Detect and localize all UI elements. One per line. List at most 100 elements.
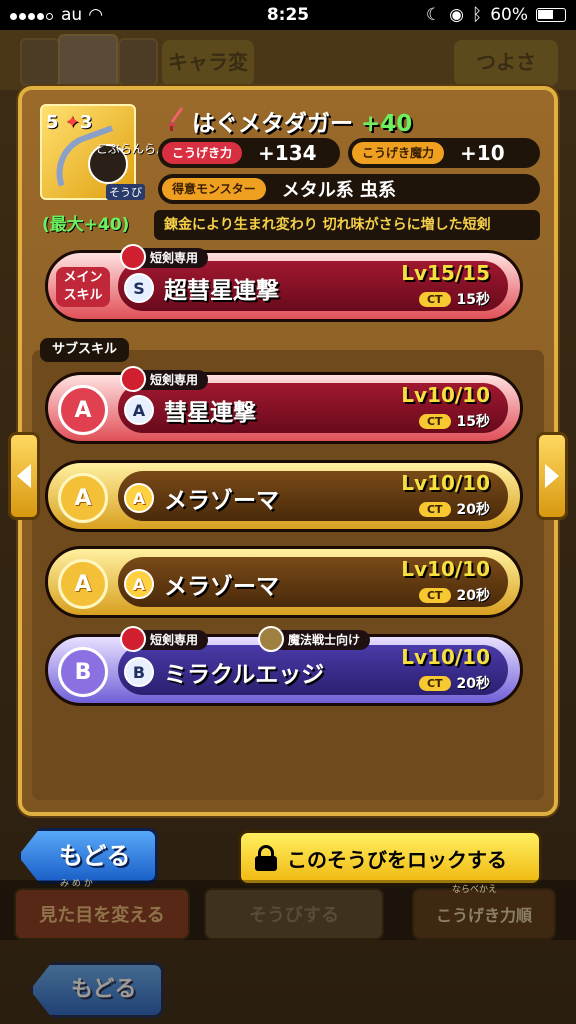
monster-stat: 得意モンスター メタル系 虫系 — [158, 174, 540, 204]
skill-rank-s-badge: S — [124, 273, 154, 303]
moon-icon: ☾ — [425, 5, 442, 25]
chevron-right-icon — [545, 464, 559, 488]
character-portrait — [118, 38, 158, 86]
dagger-only-tag: 短剣専用 — [120, 244, 209, 270]
attack-value: +134 — [258, 141, 317, 165]
main-skill-label: メイン スキル — [56, 267, 110, 307]
character-portrait — [20, 38, 60, 86]
skill-level: Lv10/10 — [401, 557, 490, 581]
sword-icon — [169, 107, 183, 131]
attack-label: こうげき力 — [162, 142, 243, 164]
plus-level: 3 — [79, 112, 93, 133]
lock-equipment-button[interactable]: このそうびをロックする — [238, 830, 542, 886]
ct-label: CT — [418, 501, 451, 517]
dagger-only-tag: 短剣専用 — [120, 626, 209, 652]
sword-icon — [120, 626, 146, 652]
max-plus-label: (最大+40) — [42, 215, 130, 235]
skill-level: Lv10/10 — [401, 383, 490, 407]
ct-value: 20秒 — [456, 676, 490, 692]
restriction-text: 短剣専用 — [150, 633, 199, 647]
rotation-lock-icon: ◉ — [449, 5, 464, 25]
skill-rank-badge: A — [58, 559, 108, 609]
signal-icon — [10, 5, 55, 25]
restriction-text: 短剣専用 — [150, 373, 199, 387]
skill-rank-badge: B — [58, 647, 108, 697]
battery-percent: 60% — [490, 5, 528, 25]
carrier-label: au — [61, 5, 83, 25]
ct-label: CT — [418, 587, 451, 603]
background-back-button[interactable]: もどる — [30, 962, 164, 1018]
weapon-plus-value: +40 — [361, 111, 413, 137]
magic-label: こうげき魔力 — [352, 142, 445, 164]
main-skill-card[interactable]: メイン スキル S 超彗星連撃 Lv15/15 CT 15秒 — [45, 250, 523, 322]
sub-skill-card[interactable]: A A 彗星連撃 Lv10/10 CT 15秒 — [45, 372, 523, 444]
next-arrow-button[interactable] — [536, 432, 568, 520]
skill-level: Lv10/10 — [401, 471, 490, 495]
look-change-ruby: み め か — [60, 879, 93, 889]
sub-skill-label: サブスキル — [40, 338, 130, 362]
magic-warrior-icon — [258, 626, 284, 652]
skill-rank-small-badge: A — [124, 395, 154, 425]
ct-value: 15秒 — [456, 292, 490, 308]
battery-icon — [536, 8, 566, 22]
chara-change-button[interactable]: キャラ変更 — [162, 40, 254, 118]
cooldown: CT 20秒 — [418, 673, 490, 693]
magic-value: +10 — [460, 141, 505, 165]
sort-button[interactable]: こうげき力順 — [412, 888, 556, 940]
skill-name: メラゾーマ — [164, 574, 279, 600]
weapon-description: 錬金により生まれ変わり 切れ味がさらに増した短剣 — [154, 210, 540, 240]
cooldown: CT 20秒 — [418, 585, 490, 605]
equip-button[interactable]: そうびする — [204, 888, 384, 940]
lock-icon — [255, 845, 277, 871]
cooldown: CT 20秒 — [418, 499, 490, 519]
ct-value: 20秒 — [456, 502, 490, 518]
prev-arrow-button[interactable] — [8, 432, 40, 520]
sub-skill-card[interactable]: A A メラゾーマ Lv10/10 CT 20秒 — [45, 460, 523, 532]
look-change-label: 見た目を変える — [39, 905, 165, 926]
restriction-text: 魔法戦士向け — [288, 633, 361, 647]
weapon-name: はぐメタダガー +40 — [192, 104, 412, 138]
lock-button-label: このそうびをロックする — [287, 847, 507, 872]
status-bar: au ◠ 8:25 ☾ ◉ ᛒ 60% — [0, 0, 576, 30]
ct-label: CT — [418, 291, 451, 307]
magic-warrior-tag: 魔法戦士向け — [258, 626, 371, 652]
bluetooth-icon: ᛒ — [472, 5, 483, 25]
ct-label: CT — [418, 675, 451, 691]
cooldown: CT 15秒 — [418, 289, 490, 309]
weapon-rarity: 5 ✦3 — [46, 112, 92, 133]
skill-level: Lv15/15 — [401, 261, 490, 285]
skill-name: ミラクルエッジ — [164, 662, 325, 688]
skill-name: 超彗星連撃 — [164, 278, 279, 304]
skill-name: 彗星連撃 — [164, 400, 256, 426]
sword-icon — [120, 244, 146, 270]
attack-stat: こうげき力 +134 — [158, 138, 340, 168]
chevron-left-icon — [17, 464, 31, 488]
skill-rank-badge: A — [58, 473, 108, 523]
character-portrait-selected — [58, 34, 118, 90]
skill-rank-small-badge: A — [124, 483, 154, 513]
skill-rank-small-badge: A — [124, 569, 154, 599]
skill-rank-badge: A — [58, 385, 108, 435]
monster-label: 得意モンスター — [162, 178, 266, 200]
sub-skill-card[interactable]: A A メラゾーマ Lv10/10 CT 20秒 — [45, 546, 523, 618]
skill-rank-small-badge: B — [124, 657, 154, 687]
weapon-name-text: はぐメタダガー — [192, 111, 353, 137]
magic-stat: こうげき魔力 +10 — [348, 138, 540, 168]
wifi-icon: ◠ — [88, 5, 104, 25]
look-change-button[interactable]: 見た目を変える — [14, 888, 190, 940]
star-plus-icon: ✦ — [64, 112, 80, 133]
ct-value: 20秒 — [456, 588, 490, 604]
restriction-text: 短剣専用 — [150, 251, 199, 265]
sort-ruby: ならべかえ — [452, 885, 498, 895]
ct-value: 15秒 — [456, 414, 490, 430]
clock: 8:25 — [266, 5, 310, 25]
skill-level: Lv10/10 — [401, 645, 490, 669]
monster-value: メタル系 虫系 — [281, 180, 397, 201]
rarity-stars: 5 — [46, 112, 59, 133]
sword-icon — [120, 366, 146, 392]
skill-name: メラゾーマ — [164, 488, 279, 514]
dagger-only-tag: 短剣専用 — [120, 366, 209, 392]
tsuyosa-button[interactable]: つよさ — [454, 40, 558, 86]
cooldown: CT 15秒 — [418, 411, 490, 431]
equipped-badge: そうび — [106, 184, 145, 200]
